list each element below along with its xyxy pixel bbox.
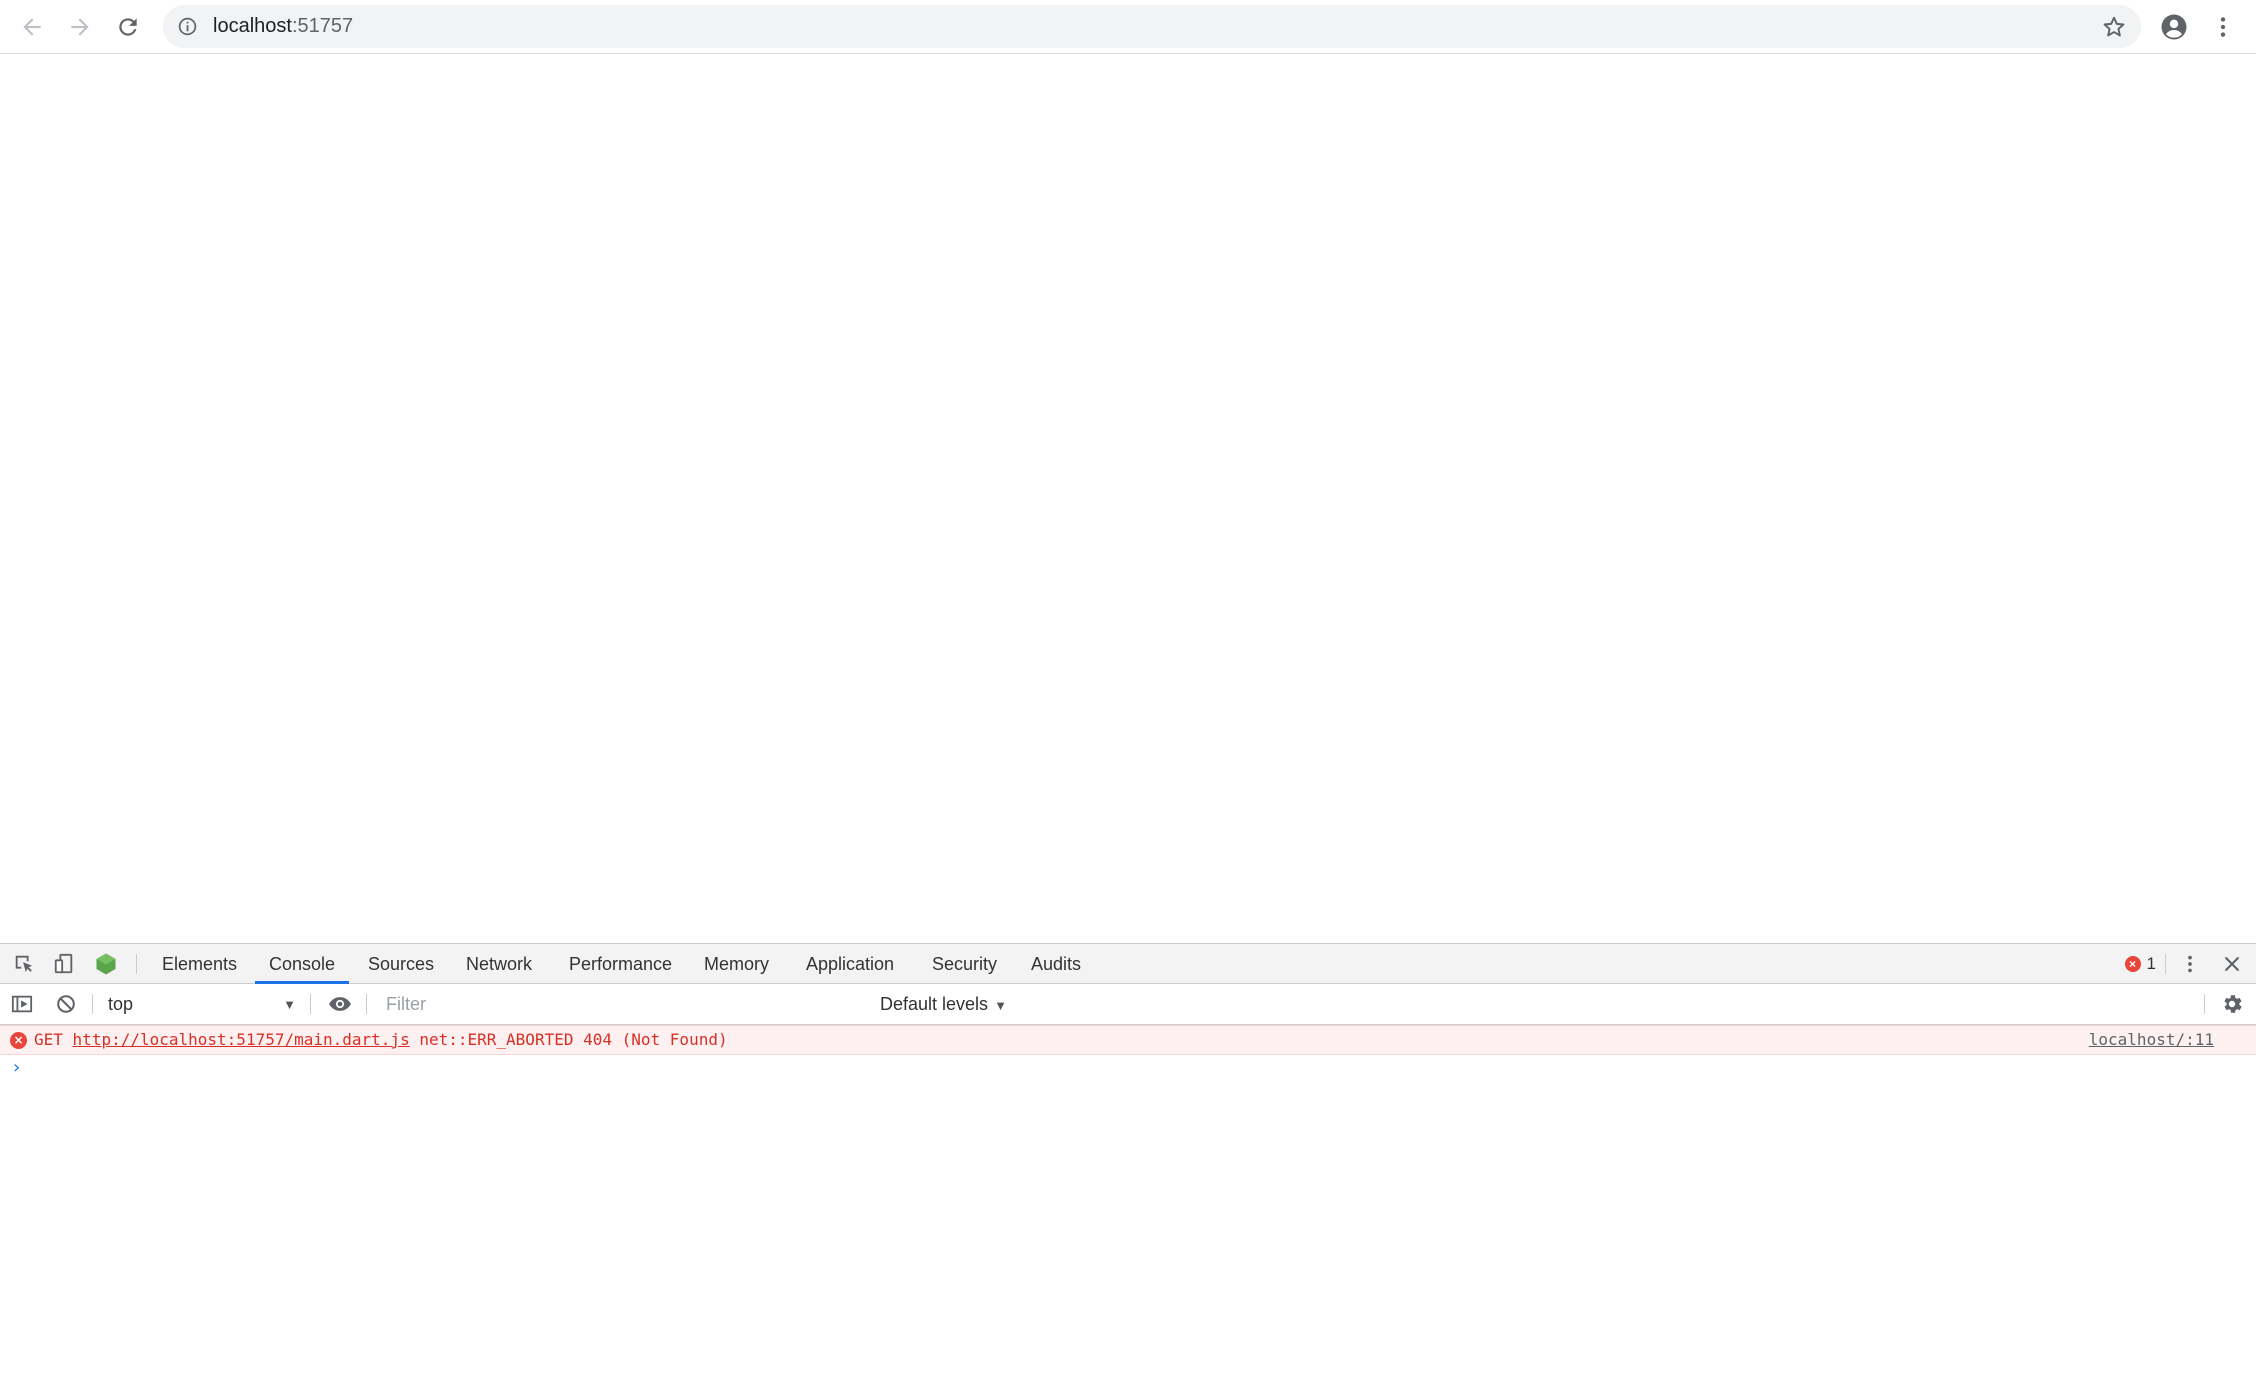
node-devtools-button[interactable]: [94, 952, 118, 976]
devtools-menu-button[interactable]: [2178, 952, 2202, 976]
message-source-link[interactable]: localhost/:11: [2089, 1026, 2214, 1054]
tab-memory[interactable]: Memory: [690, 944, 783, 984]
back-button[interactable]: [12, 7, 52, 47]
reload-button[interactable]: [108, 7, 148, 47]
toolbar-divider: [310, 994, 311, 1014]
console-settings-button[interactable]: [2220, 992, 2244, 1016]
context-selector[interactable]: top ▼: [98, 990, 302, 1019]
browser-menu-button[interactable]: [2203, 7, 2243, 47]
devtools-panel: Elements Console Sources Network Perform…: [0, 943, 2256, 1391]
reload-icon: [119, 18, 137, 36]
info-icon[interactable]: [177, 16, 198, 37]
error-count: 1: [2146, 954, 2156, 973]
caret-down-icon: ▼: [994, 998, 1007, 1013]
error-message-text: GET http://localhost:51757/main.dart.js …: [34, 1026, 728, 1054]
more-vert-icon: [2220, 17, 2226, 37]
log-levels-dropdown[interactable]: Default levels ▼: [870, 990, 1017, 1019]
toolbar-divider: [136, 954, 137, 974]
forward-button[interactable]: [60, 7, 100, 47]
nodejs-hexagon-icon: [96, 953, 116, 975]
eye-icon: [329, 997, 351, 1011]
console-toolbar: top ▼ Default levels ▼: [0, 984, 2256, 1025]
arrow-right-icon: [71, 18, 89, 36]
tab-elements[interactable]: Elements: [148, 944, 251, 984]
console-filter-input[interactable]: [374, 990, 858, 1019]
device-toolbar-button[interactable]: [52, 952, 76, 976]
account-circle-icon: [2161, 14, 2187, 40]
star-icon[interactable]: [2101, 14, 2127, 40]
error-circle-icon: ×: [10, 1032, 27, 1049]
console-prompt[interactable]: ›: [0, 1055, 2256, 1083]
devtools-tabbar: Elements Console Sources Network Perform…: [0, 944, 2256, 984]
address-bar[interactable]: localhost:51757: [163, 5, 2141, 48]
request-method: GET: [34, 1030, 63, 1049]
tab-network[interactable]: Network: [452, 944, 546, 984]
toolbar-divider: [2165, 954, 2166, 974]
arrow-left-icon: [23, 18, 41, 36]
more-vert-icon: [2188, 955, 2192, 973]
page-viewport[interactable]: [0, 54, 2256, 943]
live-expression-button[interactable]: [328, 992, 352, 1016]
error-counter[interactable]: × 1: [2124, 944, 2156, 984]
url-host: localhost: [213, 15, 292, 37]
error-circle-icon: ×: [2124, 956, 2141, 972]
gear-icon: [2224, 995, 2242, 1013]
tab-performance[interactable]: Performance: [555, 944, 686, 984]
profile-button[interactable]: [2154, 7, 2194, 47]
sidebar-play-icon: [11, 995, 33, 1013]
close-devtools-button[interactable]: [2220, 952, 2244, 976]
block-icon: [57, 995, 75, 1013]
tab-security[interactable]: Security: [918, 944, 1011, 984]
request-url-link[interactable]: http://localhost:51757/main.dart.js: [73, 1030, 410, 1049]
caret-down-icon: ▼: [283, 997, 296, 1012]
url-port: :51757: [291, 15, 354, 37]
toolbar-divider: [2204, 994, 2205, 1014]
context-value: top: [108, 994, 134, 1014]
tab-console[interactable]: Console: [255, 944, 350, 984]
inspect-cursor-icon: [15, 955, 33, 973]
console-error-message: × GET http://localhost:51757/main.dart.j…: [0, 1025, 2256, 1055]
tab-sources[interactable]: Sources: [354, 944, 448, 984]
toolbar-divider: [366, 994, 367, 1014]
error-detail: net::ERR_ABORTED 404 (Not Found): [419, 1030, 728, 1049]
close-icon: [2225, 957, 2239, 971]
levels-label: Default levels: [880, 994, 989, 1014]
inspect-element-button[interactable]: [12, 952, 36, 976]
device-mode-icon: [54, 953, 73, 974]
clear-console-button[interactable]: [54, 992, 78, 1016]
show-sidebar-button[interactable]: [10, 992, 34, 1016]
toolbar-divider: [92, 994, 93, 1014]
browser-toolbar: localhost:51757: [0, 0, 2256, 54]
tab-application[interactable]: Application: [792, 944, 908, 984]
chevron-right-icon: ›: [13, 1057, 21, 1078]
url-text: localhost:51757: [213, 5, 353, 48]
tab-audits[interactable]: Audits: [1017, 944, 1095, 984]
